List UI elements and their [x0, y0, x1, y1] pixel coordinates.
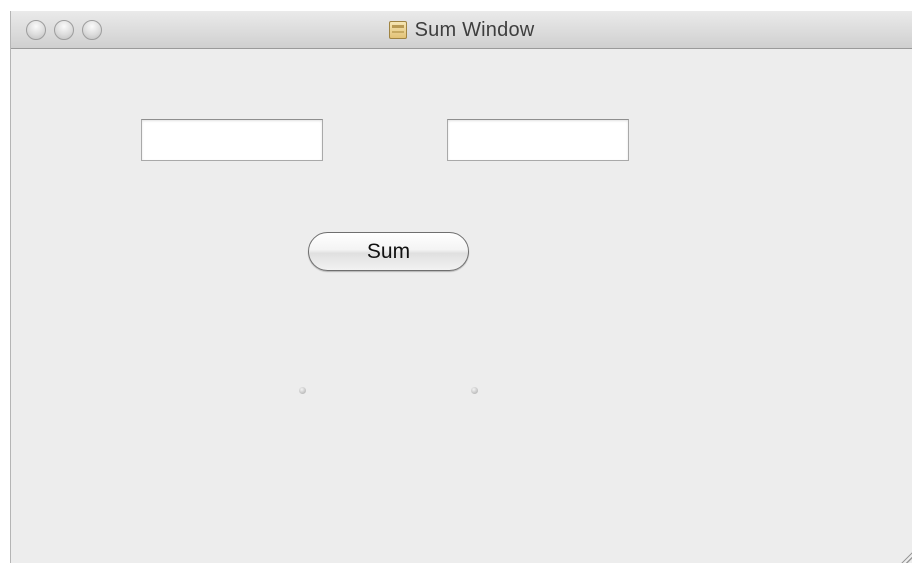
second-number-field[interactable] [447, 119, 629, 161]
window-title-group: Sum Window [11, 11, 912, 49]
close-window-button[interactable] [26, 20, 46, 40]
document-icon [388, 21, 407, 39]
sum-button[interactable]: Sum [308, 232, 469, 271]
result-label-2 [471, 387, 478, 394]
minimize-window-button[interactable] [54, 20, 74, 40]
title-bar[interactable]: Sum Window [11, 11, 912, 49]
zoom-window-button[interactable] [82, 20, 102, 40]
resize-grip[interactable] [900, 551, 912, 563]
result-label-1 [299, 387, 306, 394]
sum-window: Sum Window Sum [10, 11, 912, 563]
window-title: Sum Window [414, 18, 535, 41]
first-number-field[interactable] [141, 119, 323, 161]
